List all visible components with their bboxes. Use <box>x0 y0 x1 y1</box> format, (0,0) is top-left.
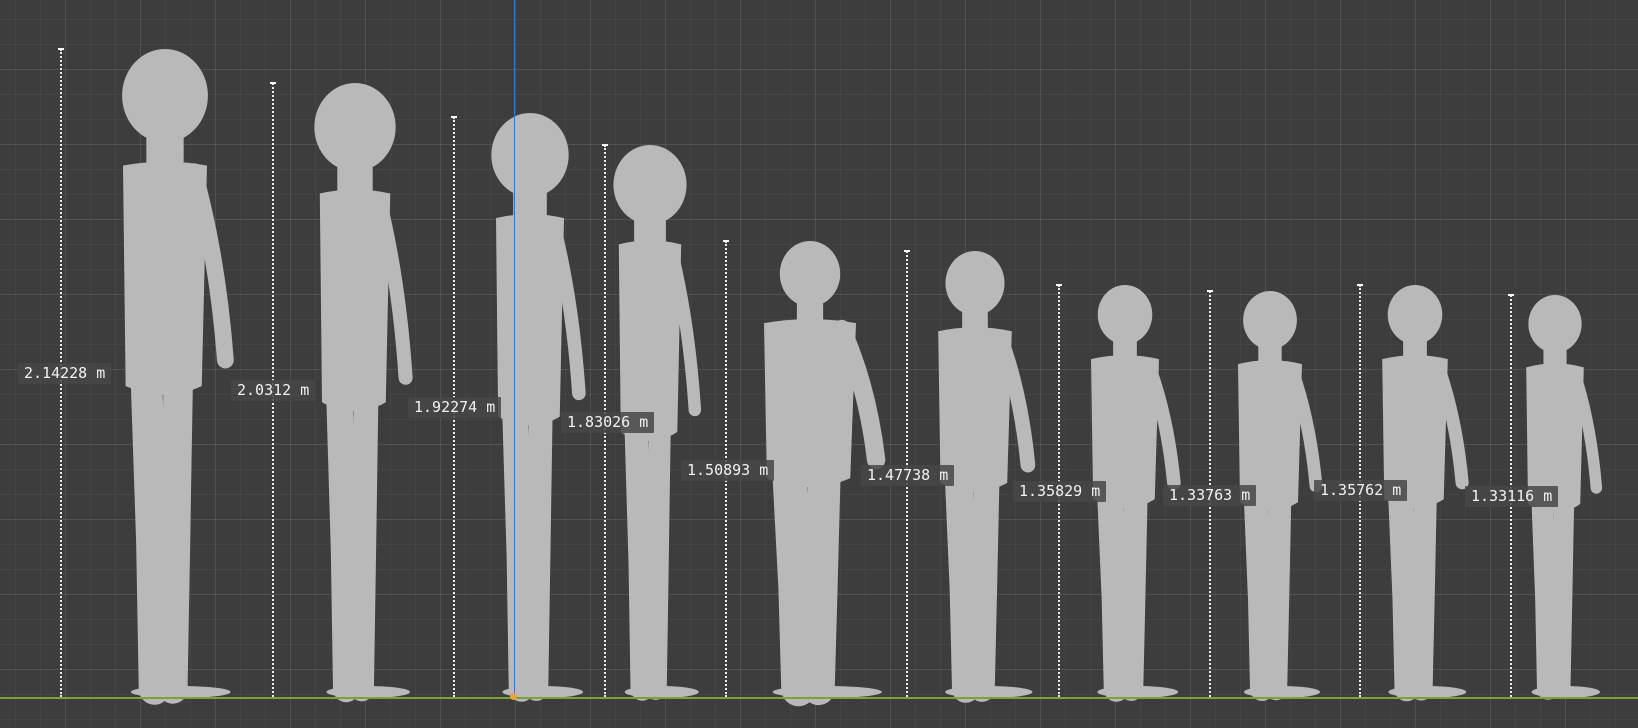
measure-label-6: 1.47738 m <box>861 465 955 486</box>
measure-tick-8 <box>1207 290 1213 292</box>
measure-tick-4 <box>602 144 608 146</box>
measure-label-1: 2.14228 m <box>18 363 112 384</box>
measure-tick-7 <box>1056 284 1062 286</box>
ground-axis-line <box>0 697 1638 699</box>
figures-layer <box>122 49 1603 707</box>
figure-4-leg-left <box>624 420 654 701</box>
measure-tick-5 <box>723 240 729 242</box>
figure-10-leg-right <box>1550 493 1575 700</box>
measure-label-10: 1.33116 m <box>1465 486 1559 507</box>
figure-5-leg-left <box>772 460 816 707</box>
figure-6-leg-right <box>969 470 1000 702</box>
figure-5-leg-right <box>802 462 841 706</box>
figure-2-leg-right <box>349 389 379 702</box>
measure-tick-10 <box>1508 294 1514 296</box>
measure-label-9: 1.35762 m <box>1314 480 1408 501</box>
figure-6-leg-left <box>945 469 980 703</box>
figure-4-leg-right <box>644 421 671 700</box>
measure-label-3: 1.92274 m <box>408 397 502 418</box>
figure-9-leg-right <box>1409 487 1437 701</box>
figure-7-leg-left <box>1097 486 1130 702</box>
figure-7-leg-right <box>1119 487 1148 701</box>
measure-tick-6 <box>904 250 910 252</box>
measure-label-7: 1.35829 m <box>1013 481 1107 502</box>
figure-3-leg-right <box>524 404 553 701</box>
measure-label-2: 2.0312 m <box>231 380 316 401</box>
measure-tick-9 <box>1357 284 1363 286</box>
figure-9-leg-left <box>1388 486 1420 702</box>
figure-8-leg-right <box>1264 490 1292 701</box>
figure-1-leg-left <box>130 370 171 705</box>
measure-tick-1 <box>58 48 64 50</box>
measure-label-5: 1.50893 m <box>681 460 775 481</box>
measure-label-8: 1.33763 m <box>1163 485 1257 506</box>
figure-8-leg-left <box>1244 490 1274 701</box>
figure-2-leg-left <box>326 389 360 703</box>
origin-marker[interactable] <box>510 693 517 700</box>
figure-1-leg-right <box>158 371 193 704</box>
3d-viewport[interactable]: 2.14228 m 2.0312 m 1.92274 m 1.83026 m 1… <box>0 0 1638 728</box>
y-axis-line <box>514 0 515 698</box>
figure-3-leg-left <box>502 403 535 702</box>
figure-10-leg-left <box>1531 493 1559 700</box>
measure-label-4: 1.83026 m <box>561 412 655 433</box>
measure-tick-2 <box>270 82 276 84</box>
measure-tick-3 <box>451 116 457 118</box>
